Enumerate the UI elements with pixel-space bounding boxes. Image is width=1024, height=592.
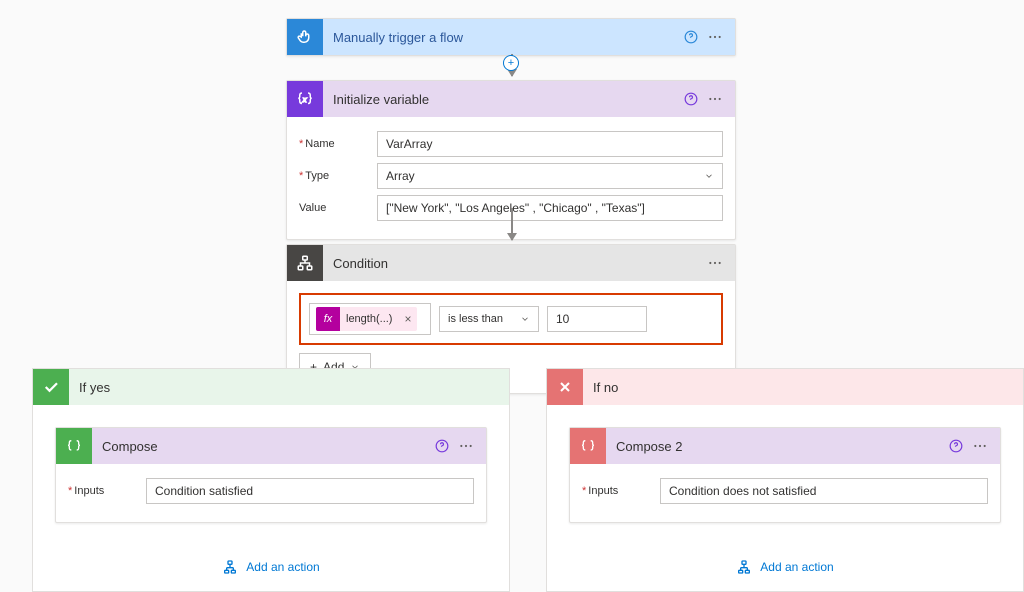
add-action-button[interactable]: Add an action — [736, 559, 833, 575]
inputs-label: Inputs — [582, 485, 660, 497]
add-action-icon — [222, 559, 238, 575]
touch-icon — [287, 19, 323, 55]
help-icon[interactable] — [430, 434, 454, 458]
condition-icon — [287, 245, 323, 281]
add-step-button[interactable]: + — [503, 55, 519, 71]
if-no-header[interactable]: If no — [547, 369, 1023, 405]
compose-icon — [56, 428, 92, 464]
if-yes-title: If yes — [69, 380, 110, 395]
condition-title: Condition — [323, 256, 703, 271]
type-select[interactable]: Array — [377, 163, 723, 189]
compose-2-title: Compose 2 — [606, 439, 944, 454]
trigger-header[interactable]: Manually trigger a flow — [287, 19, 735, 55]
expression-label: length(...) — [340, 313, 398, 325]
braces-icon: x — [287, 81, 323, 117]
compose-header[interactable]: Compose — [56, 428, 486, 464]
chevron-down-icon — [520, 314, 530, 324]
remove-token-button[interactable]: × — [398, 312, 417, 326]
compose-card[interactable]: Compose Inputs Condition satisfied — [55, 427, 487, 523]
compose-2-card[interactable]: Compose 2 Inputs Condition does not sati… — [569, 427, 1001, 523]
compose-title: Compose — [92, 439, 430, 454]
type-label: Type — [299, 170, 377, 182]
add-action-button[interactable]: Add an action — [222, 559, 319, 575]
if-yes-header[interactable]: If yes — [33, 369, 509, 405]
more-icon[interactable] — [703, 87, 727, 111]
inputs-label: Inputs — [68, 485, 146, 497]
condition-row: fx length(...) × is less than 10 — [299, 293, 723, 345]
if-no-title: If no — [583, 380, 618, 395]
name-input[interactable]: VarArray — [377, 131, 723, 157]
if-no-branch: If no Compose 2 In — [546, 368, 1024, 592]
fx-icon: fx — [316, 307, 340, 331]
inputs-input[interactable]: Condition does not satisfied — [660, 478, 988, 504]
compose-2-header[interactable]: Compose 2 — [570, 428, 1000, 464]
help-icon[interactable] — [944, 434, 968, 458]
more-icon[interactable] — [968, 434, 992, 458]
chevron-down-icon — [704, 171, 714, 181]
condition-value-input[interactable]: 10 — [547, 306, 647, 332]
initvar-title: Initialize variable — [323, 92, 679, 107]
expression-token[interactable]: fx length(...) × — [316, 307, 417, 331]
trigger-card[interactable]: Manually trigger a flow — [286, 18, 736, 56]
help-icon[interactable] — [679, 87, 703, 111]
close-icon — [547, 369, 583, 405]
condition-operator-select[interactable]: is less than — [439, 306, 539, 332]
if-yes-branch: If yes Compose Inp — [32, 368, 510, 592]
condition-header[interactable]: Condition — [287, 245, 735, 281]
connector-arrow — [511, 208, 513, 240]
more-icon[interactable] — [703, 251, 727, 275]
initvar-header[interactable]: x Initialize variable — [287, 81, 735, 117]
check-icon — [33, 369, 69, 405]
value-input[interactable]: ["New York", "Los Angeles" , "Chicago" ,… — [377, 195, 723, 221]
compose-icon — [570, 428, 606, 464]
svg-text:x: x — [302, 95, 307, 104]
condition-left-operand[interactable]: fx length(...) × — [309, 303, 431, 335]
help-icon[interactable] — [679, 25, 703, 49]
more-icon[interactable] — [454, 434, 478, 458]
value-label: Value — [299, 202, 377, 214]
add-action-icon — [736, 559, 752, 575]
name-label: Name — [299, 138, 377, 150]
more-icon[interactable] — [703, 25, 727, 49]
inputs-input[interactable]: Condition satisfied — [146, 478, 474, 504]
trigger-title: Manually trigger a flow — [323, 30, 679, 45]
